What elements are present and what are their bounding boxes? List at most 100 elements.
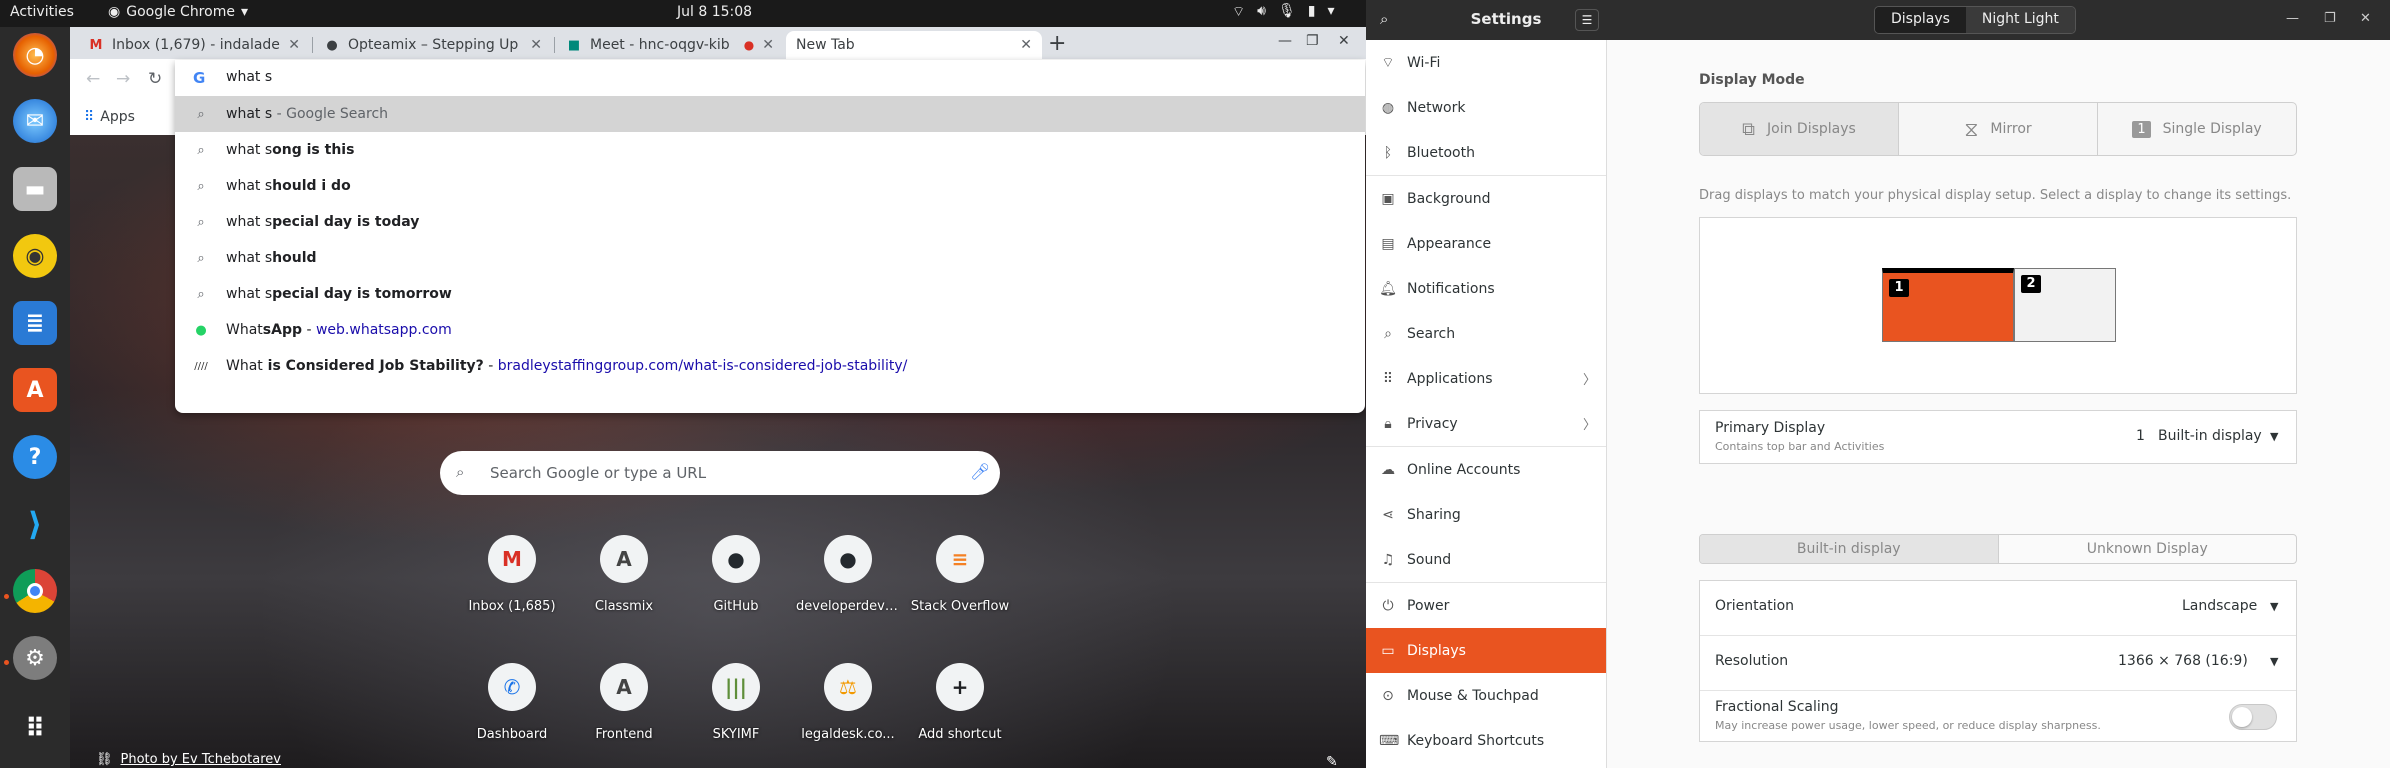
omnibox-text[interactable]: what s (226, 69, 272, 85)
sidebar-item-search[interactable]: ⌕ Search (1366, 311, 1606, 356)
sidebar-item-sound[interactable]: ♫ Sound (1366, 537, 1606, 582)
back-button[interactable]: ← (86, 69, 100, 89)
tab-night-light[interactable]: Night Light (1965, 7, 2075, 33)
sidebar-item-wi-fi[interactable]: ⌔ Wi-Fi (1366, 40, 1606, 85)
omnibox-suggestion[interactable]: //// What is Considered Job Stability? - … (175, 348, 1365, 384)
shortcut-tile[interactable]: ||| SKYIMF (680, 649, 792, 761)
fractional-scaling-label: Fractional Scaling (1715, 699, 1839, 715)
clock[interactable]: Jul 8 15:08 (677, 4, 752, 20)
tab-unknown-display[interactable]: Unknown Display (1999, 535, 2297, 563)
tab-meet[interactable]: ■ Meet - hnc-oqgv-kib ● ✕ (556, 31, 784, 59)
software-icon[interactable]: A (13, 368, 57, 412)
tab-built-in-display[interactable]: Built-in display (1700, 535, 1999, 563)
shortcut-tile[interactable]: A Classmix (568, 521, 680, 633)
photo-credit-link[interactable]: ⛓ Photo by Ev Tchebotarev (96, 752, 281, 767)
thunderbird-icon[interactable]: ✉ (13, 99, 57, 143)
cloud-icon: ☁ (1381, 461, 1395, 478)
single-display-label: Single Display (2162, 121, 2262, 137)
sidebar-item-sharing[interactable]: ⋖ Sharing (1366, 492, 1606, 537)
omnibox-suggestion[interactable]: ⌕ what special day is tomorrow (175, 276, 1365, 312)
rhythmbox-icon[interactable]: ◉ (13, 234, 57, 278)
app-menu[interactable]: ◉ Google Chrome ▾ (108, 4, 248, 20)
shortcut-tile[interactable]: + Add shortcut (904, 649, 1016, 761)
close-icon[interactable]: ✕ (288, 37, 300, 53)
meet-icon: ■ (567, 37, 581, 53)
ntp-search-box[interactable]: ⌕ Search Google or type a URL 🎤︎ (440, 451, 1000, 495)
sidebar-item-displays[interactable]: ▭ Displays (1366, 628, 1606, 673)
shortcut-tile[interactable]: ● GitHub (680, 521, 792, 633)
monitor-1[interactable]: 1 (1882, 268, 2014, 342)
sidebar-item-mouse-touchpad[interactable]: ⊙ Mouse & Touchpad (1366, 673, 1606, 718)
minimize-button[interactable]: — (1278, 33, 1292, 49)
close-icon[interactable]: ✕ (762, 37, 774, 53)
orientation-row[interactable]: Orientation Landscape ▼ (1700, 581, 2296, 635)
microphone-icon[interactable]: 🎤︎ (970, 462, 990, 481)
chrome-window: M Inbox (1,679) - indaladevil ✕ ● Opteam… (70, 27, 1366, 768)
sidebar-item-network[interactable]: ◍ Network (1366, 85, 1606, 130)
apps-button[interactable]: ⠿ Apps (84, 109, 135, 125)
fractional-scaling-toggle[interactable] (2229, 704, 2277, 730)
join-displays-option[interactable]: ⧉ Join Displays (1700, 103, 1899, 155)
tab-displays[interactable]: Displays (1875, 7, 1966, 33)
chrome-icon[interactable] (13, 569, 57, 613)
monitor-2[interactable]: 2 (2014, 268, 2116, 342)
help-icon[interactable]: ? (13, 435, 57, 479)
sidebar-item-label: Mouse & Touchpad (1407, 687, 1539, 704)
resolution-row[interactable]: Resolution 1366 × 768 (16:9) ▼ (1700, 636, 2296, 690)
shortcut-tile[interactable]: ✆ Dashboard (456, 649, 568, 761)
shortcut-tile[interactable]: M Inbox (1,685) (456, 521, 568, 633)
search-icon[interactable]: ⌕ (1380, 10, 1388, 28)
shortcut-icon: A (600, 535, 648, 583)
activities-button[interactable]: Activities (10, 4, 74, 20)
app-grid-icon[interactable]: ⠿ (13, 707, 57, 751)
vscode-icon[interactable]: ⟩ (13, 502, 57, 546)
settings-icon[interactable]: ⚙ (13, 636, 57, 680)
tab-gmail[interactable]: M Inbox (1,679) - indaladevil ✕ (78, 31, 310, 59)
maximize-button[interactable]: ❐ (2324, 11, 2336, 26)
writer-icon[interactable]: ≣ (13, 301, 57, 345)
maximize-button[interactable]: ❐ (1306, 33, 1319, 49)
omnibox-suggestion[interactable]: ⌕ what s - Google Search (175, 96, 1365, 132)
omnibox-suggestion[interactable]: ⌕ what special day is today (175, 204, 1365, 240)
monitor-number: 1 (1889, 279, 1909, 297)
omnibox-suggestion[interactable]: ⌕ what song is this (175, 132, 1365, 168)
sidebar-item-background[interactable]: ▣ Background (1366, 176, 1606, 221)
suggestion-text: what should (226, 250, 317, 266)
tab-new-tab[interactable]: New Tab ✕ (786, 31, 1042, 59)
system-tray[interactable]: ⌔ 🔊︎ 🎙︎ ▮ ▾ (1232, 3, 1335, 21)
shortcut-tile[interactable]: ⚖ legaldesk.co... (792, 649, 904, 761)
omnibox-suggestion[interactable]: ● WhatsApp - web.whatsapp.com (175, 312, 1365, 348)
sidebar-item-bluetooth[interactable]: ᛒ Bluetooth (1366, 130, 1606, 175)
omnibox-suggestion[interactable]: ⌕ what should i do (175, 168, 1365, 204)
new-tab-button[interactable]: + (1048, 31, 1066, 56)
sidebar-item-appearance[interactable]: ▤ Appearance (1366, 221, 1606, 266)
reload-button[interactable]: ↻ (148, 69, 162, 89)
sidebar-item-privacy[interactable]: 🔒︎ Privacy 〉 (1366, 401, 1606, 446)
primary-display-row[interactable]: Primary Display Contains top bar and Act… (1699, 410, 2297, 464)
sidebar-item-online-accounts[interactable]: ☁ Online Accounts (1366, 447, 1606, 492)
close-window-button[interactable]: ✕ (1338, 33, 1350, 49)
shortcut-tile[interactable]: ● developerdevi... (792, 521, 904, 633)
close-window-button[interactable]: ✕ (2360, 11, 2371, 26)
files-icon[interactable]: ▬ (13, 167, 57, 211)
shortcut-tile[interactable]: A Frontend (568, 649, 680, 761)
mirror-option[interactable]: ⧖ Mirror (1899, 103, 2098, 155)
close-icon[interactable]: ✕ (530, 37, 542, 53)
sidebar-item-applications[interactable]: ⠿ Applications 〉 (1366, 356, 1606, 401)
shortcut-tile[interactable]: ≡ Stack Overflow (904, 521, 1016, 633)
sidebar-item-label: Online Accounts (1407, 461, 1521, 478)
tab-opteamix[interactable]: ● Opteamix – Stepping Up t ✕ (314, 31, 552, 59)
customize-pencil-icon[interactable]: ✎ (1326, 754, 1338, 768)
forward-button[interactable]: → (116, 69, 130, 89)
sidebar-item-keyboard-shortcuts[interactable]: ⌨ Keyboard Shortcuts (1366, 718, 1606, 763)
single-display-option[interactable]: 1 Single Display (2098, 103, 2296, 155)
hamburger-menu-icon[interactable]: ☰ (1575, 9, 1599, 31)
sidebar-item-notifications[interactable]: 🔔︎ Notifications (1366, 266, 1606, 311)
sidebar-item-power[interactable]: ⏻ Power (1366, 583, 1606, 628)
minimize-button[interactable]: — (2286, 11, 2299, 26)
tab-title: Opteamix – Stepping Up t (348, 37, 523, 53)
firefox-icon[interactable]: ◔ (13, 33, 57, 77)
close-icon[interactable]: ✕ (1020, 37, 1032, 53)
omnibox-suggestion[interactable]: ⌕ what should (175, 240, 1365, 276)
omnibox-input[interactable]: G what s (175, 60, 1365, 96)
